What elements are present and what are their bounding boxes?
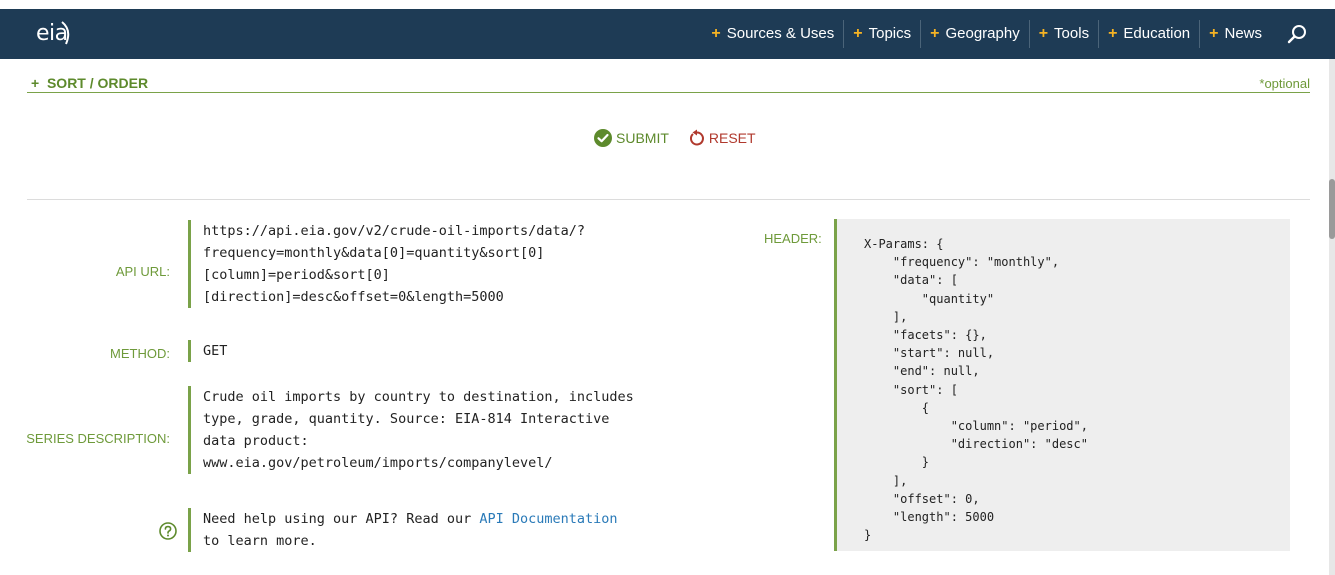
help-suffix: to learn more. xyxy=(203,533,317,549)
plus-icon: + xyxy=(1038,25,1049,42)
reset-label: RESET xyxy=(708,130,756,146)
plus-icon: + xyxy=(853,25,863,42)
header-label: HEADER: xyxy=(764,231,822,246)
reset-button[interactable]: RESET xyxy=(689,129,756,147)
help-text: Need help using our API? Read our API Do… xyxy=(188,508,618,552)
header-code: X-Params: { "frequency": "monthly", "dat… xyxy=(864,237,1088,543)
method-value: GET xyxy=(188,340,227,362)
help-icon[interactable] xyxy=(159,522,177,540)
description-line: www.eia.gov/petroleum/imports/companylev… xyxy=(203,455,553,471)
description-line: Crude oil imports by country to destinat… xyxy=(203,389,634,405)
api-url-value[interactable]: https://api.eia.gov/v2/crude-oil-imports… xyxy=(188,220,585,308)
description-line: data product: xyxy=(203,433,309,449)
api-url-line: [direction]=desc&offset=0&length=5000 xyxy=(203,289,504,305)
sort-order-toggle[interactable]: + SORT / ORDER xyxy=(31,75,148,91)
nav-item-tools[interactable]: + Tools xyxy=(1028,20,1098,48)
top-navigation-bar: eia + Sources & Uses + Topics + Geograph… xyxy=(0,9,1335,59)
method-label: METHOD: xyxy=(110,346,170,361)
nav-item-label: Tools xyxy=(1054,25,1090,42)
top-strip xyxy=(0,0,1335,9)
nav-item-topics[interactable]: + Topics xyxy=(843,20,920,48)
plus-icon: + xyxy=(1108,25,1118,42)
header-code-box[interactable]: X-Params: { "frequency": "monthly", "dat… xyxy=(834,219,1290,551)
plus-icon: + xyxy=(711,25,721,42)
check-circle-icon xyxy=(594,129,612,147)
api-documentation-link[interactable]: API Documentation xyxy=(479,511,617,527)
nav-item-news[interactable]: + News xyxy=(1199,20,1271,48)
sort-order-section: + SORT / ORDER *optional xyxy=(27,75,1310,93)
nav-item-education[interactable]: + Education xyxy=(1098,20,1199,48)
api-url-label: API URL: xyxy=(115,264,170,279)
nav-item-geography[interactable]: + Geography xyxy=(920,20,1029,48)
series-description-label: SERIES DESCRIPTION: xyxy=(26,431,170,446)
page-scrollbar[interactable] xyxy=(1329,59,1335,575)
plus-icon: + xyxy=(930,25,940,42)
optional-note: *optional xyxy=(1259,76,1310,91)
description-line: type, grade, quantity. Source: EIA-814 I… xyxy=(203,411,610,427)
method-text: GET xyxy=(203,343,228,359)
sort-order-label: SORT / ORDER xyxy=(46,75,149,91)
form-actions: SUBMIT RESET xyxy=(594,129,756,147)
plus-icon: + xyxy=(1209,25,1219,42)
logo-swoosh-icon xyxy=(61,21,70,45)
nav-item-label: Geography xyxy=(945,25,1020,42)
series-description-value: Crude oil imports by country to destinat… xyxy=(188,386,634,474)
submit-button[interactable]: SUBMIT xyxy=(594,129,669,147)
nav-item-label: Topics xyxy=(868,25,912,42)
help-prefix: Need help using our API? Read our xyxy=(203,511,480,527)
api-url-line: frequency=monthly&data[0]=quantity&sort[… xyxy=(203,245,545,261)
nav-item-label: Education xyxy=(1123,25,1191,42)
api-url-line: https://api.eia.gov/v2/crude-oil-imports… xyxy=(203,223,586,239)
scrollbar-thumb[interactable] xyxy=(1329,179,1335,239)
nav-item-label: Sources & Uses xyxy=(726,25,835,42)
main-menu: + Sources & Uses + Topics + Geography + … xyxy=(702,9,1271,59)
submit-label: SUBMIT xyxy=(616,130,669,146)
section-divider xyxy=(27,199,1310,200)
reset-icon xyxy=(689,129,704,146)
nav-item-label: News xyxy=(1224,25,1262,42)
api-url-line: [column]=period&sort[0] xyxy=(203,267,390,283)
nav-item-sources-uses[interactable]: + Sources & Uses xyxy=(702,20,843,48)
plus-icon: + xyxy=(31,75,40,91)
search-icon[interactable] xyxy=(1286,23,1308,45)
